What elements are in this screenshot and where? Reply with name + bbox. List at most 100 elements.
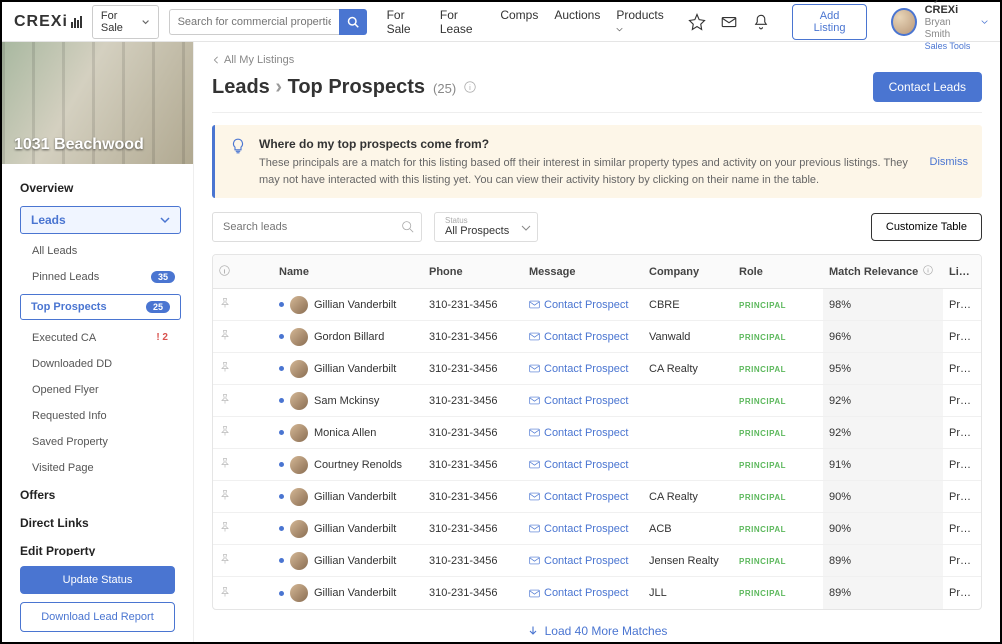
col-company[interactable]: Company <box>643 266 733 278</box>
pin-icon[interactable] <box>219 425 231 437</box>
table-row[interactable]: Sam Mckinsy310-231-3456Contact ProspectP… <box>213 385 981 417</box>
sidebar-item-edit-property[interactable]: Edit Property <box>2 537 193 556</box>
table-row[interactable]: Gillian Vanderbilt310-231-3456Contact Pr… <box>213 481 981 513</box>
search-icon <box>347 16 359 28</box>
table-row[interactable]: Monica Allen310-231-3456Contact Prospect… <box>213 417 981 449</box>
sidebar-item-requested[interactable]: Requested Info <box>2 403 193 429</box>
col-name[interactable]: Name <box>273 266 423 278</box>
tip-dismiss[interactable]: Dismiss <box>930 156 969 168</box>
name-cell[interactable]: Gillian Vanderbilt <box>273 584 423 602</box>
pin-icon[interactable] <box>219 297 231 309</box>
nav-products[interactable]: Products <box>616 8 663 36</box>
unread-dot-icon <box>279 302 284 307</box>
contact-prospect-link[interactable]: Contact Prospect <box>529 555 637 567</box>
name-cell[interactable]: Courtney Renolds <box>273 456 423 474</box>
envelope-icon[interactable] <box>720 13 738 31</box>
contact-leads-button[interactable]: Contact Leads <box>873 72 982 102</box>
star-icon[interactable] <box>688 13 706 31</box>
contact-prospect-link[interactable]: Contact Prospect <box>529 363 637 375</box>
name-cell[interactable]: Gordon Billard <box>273 328 423 346</box>
contact-prospect-link[interactable]: Contact Prospect <box>529 331 637 343</box>
sidebar-item-direct-links[interactable]: Direct Links <box>2 509 193 537</box>
pin-icon[interactable] <box>219 361 231 373</box>
sidebar-item-offers[interactable]: Offers <box>2 481 193 509</box>
pin-icon[interactable] <box>219 553 231 565</box>
nav-auctions[interactable]: Auctions <box>554 8 600 36</box>
sidebar-item-opened[interactable]: Opened Flyer <box>2 377 193 403</box>
pin-icon[interactable] <box>219 586 231 598</box>
search-button[interactable] <box>339 9 367 35</box>
nav-comps[interactable]: Comps <box>500 8 538 36</box>
table-row[interactable]: Gillian Vanderbilt310-231-3456 Contact Pr… <box>213 289 981 321</box>
phone-cell: 310-231-3456 <box>423 299 523 311</box>
contact-prospect-link[interactable]: Contact Prospect <box>529 299 637 311</box>
pin-icon[interactable] <box>219 393 231 405</box>
contact-prospect-link[interactable]: Contact Prospect <box>529 427 637 439</box>
table-row[interactable]: Gillian Vanderbilt310-231-3456Contact Pr… <box>213 353 981 385</box>
name-cell[interactable]: Gillian Vanderbilt <box>273 296 423 314</box>
pin-icon[interactable] <box>219 489 231 501</box>
sidebar-item-downloaded[interactable]: Downloaded DD <box>2 351 193 377</box>
sidebar-item-leads[interactable]: Leads <box>20 206 181 234</box>
sidebar-item-top-prospects[interactable]: Top Prospects 25 <box>20 294 181 320</box>
pin-icon[interactable] <box>219 521 231 533</box>
avatar <box>290 520 308 538</box>
search-input[interactable] <box>169 9 339 35</box>
contact-prospect-link[interactable]: Contact Prospect <box>529 587 637 599</box>
sidebar-item-pinned[interactable]: Pinned Leads 35 <box>2 264 193 290</box>
sidebar-item-saved[interactable]: Saved Property <box>2 429 193 455</box>
name-cell[interactable]: Gillian Vanderbilt <box>273 488 423 506</box>
table-row[interactable]: Gillian Vanderbilt310-231-3456Contact Pr… <box>213 577 981 609</box>
col-message[interactable]: Message <box>523 266 643 278</box>
name-cell[interactable]: Gillian Vanderbilt <box>273 552 423 570</box>
pin-icon[interactable] <box>219 457 231 469</box>
company-cell: CA Realty <box>643 491 733 503</box>
contact-prospect-link[interactable]: Contact Prospect <box>529 491 637 503</box>
sidebar: 1031 Beachwood Overview Leads All Leads … <box>2 42 194 642</box>
role-badge: PRINCIPAL <box>739 589 786 598</box>
contact-prospect-link[interactable]: Contact Prospect <box>529 459 637 471</box>
name-cell[interactable]: Monica Allen <box>273 424 423 442</box>
sidebar-item-all-leads[interactable]: All Leads <box>2 238 193 264</box>
bell-icon[interactable] <box>752 13 770 31</box>
contact-prospect-link[interactable]: Contact Prospect <box>529 395 637 407</box>
search-leads-input[interactable] <box>212 212 422 242</box>
col-match[interactable]: Match Relevance i <box>823 265 943 278</box>
svg-text:i: i <box>928 269 930 275</box>
unread-dot-icon <box>279 430 284 435</box>
col-activity[interactable]: Listing Activity i <box>943 265 981 278</box>
info-icon[interactable]: i <box>464 81 476 93</box>
property-title: 1031 Beachwood <box>2 126 156 164</box>
unread-dot-icon <box>279 366 284 371</box>
name-cell[interactable]: Gillian Vanderbilt <box>273 360 423 378</box>
table-row[interactable]: Gordon Billard310-231-3456 Contact Prospe… <box>213 321 981 353</box>
name-cell[interactable]: Gillian Vanderbilt <box>273 520 423 538</box>
load-more[interactable]: Load 40 More Matches <box>212 610 982 642</box>
update-status-button[interactable]: Update Status <box>20 566 175 594</box>
logo[interactable]: CREXi <box>14 13 82 31</box>
chevron-down-icon <box>981 18 988 26</box>
sidebar-item-overview[interactable]: Overview <box>2 174 193 202</box>
table-row[interactable]: Gillian Vanderbilt310-231-3456Contact Pr… <box>213 513 981 545</box>
pin-icon[interactable] <box>219 329 231 341</box>
col-phone[interactable]: Phone <box>423 266 523 278</box>
add-listing-button[interactable]: Add Listing <box>792 4 867 40</box>
prospects-table: i Name Phone Message Company Role Match … <box>212 254 982 610</box>
sidebar-item-executed[interactable]: Executed CA ! 2 <box>2 324 193 351</box>
table-row[interactable]: Courtney Renolds310-231-3456Contact Pros… <box>213 449 981 481</box>
breadcrumb-back[interactable]: All My Listings <box>212 54 982 66</box>
nav-for-sale[interactable]: For Sale <box>387 8 424 36</box>
status-dropdown[interactable]: Status All Prospects <box>434 212 538 242</box>
name-cell[interactable]: Sam Mckinsy <box>273 392 423 410</box>
table-row[interactable]: Gillian Vanderbilt310-231-3456Contact Pr… <box>213 545 981 577</box>
contact-prospect-link[interactable]: Contact Prospect <box>529 523 637 535</box>
phone-cell: 310-231-3456 <box>423 331 523 343</box>
customize-table-button[interactable]: Customize Table <box>871 213 982 241</box>
envelope-icon <box>529 331 540 342</box>
col-role[interactable]: Role <box>733 266 823 278</box>
sidebar-item-visited[interactable]: Visited Page <box>2 455 193 481</box>
nav-for-lease[interactable]: For Lease <box>440 8 484 36</box>
download-lead-report-button[interactable]: Download Lead Report <box>20 602 175 632</box>
activity-cell: Prospect - no activity <box>943 299 981 311</box>
for-sale-dropdown[interactable]: For Sale <box>92 5 159 39</box>
